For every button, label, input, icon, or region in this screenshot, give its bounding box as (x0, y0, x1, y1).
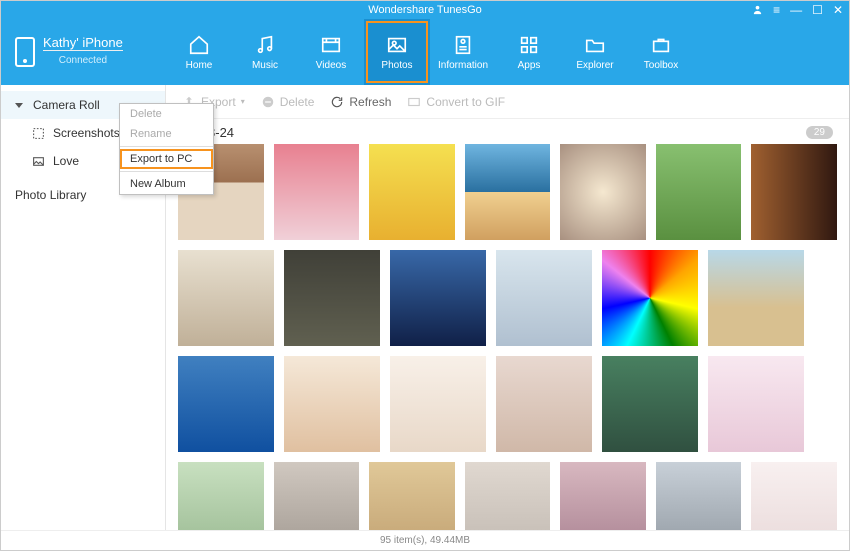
menu-separator (120, 171, 213, 172)
photo-thumb[interactable] (178, 356, 274, 452)
phone-icon (15, 37, 35, 67)
tab-videos[interactable]: Videos (298, 19, 364, 85)
sidebar-item-label: Camera Roll (33, 98, 100, 112)
toolbar-label: Delete (280, 95, 315, 109)
ctx-new-album[interactable]: New Album (120, 174, 213, 194)
photo-thumb[interactable] (708, 250, 804, 346)
device-name: Kathy' iPhone (43, 35, 123, 50)
tab-videos-label: Videos (316, 60, 346, 71)
tab-explorer-label: Explorer (576, 60, 613, 71)
context-menu: Delete Rename Export to PC New Album (119, 103, 214, 195)
music-icon (252, 34, 278, 56)
ctx-delete[interactable]: Delete (120, 104, 213, 124)
device-panel[interactable]: Kathy' iPhone Connected (1, 19, 166, 85)
photo-thumb[interactable] (465, 144, 551, 240)
tab-apps-label: Apps (518, 60, 541, 71)
photo-thumb[interactable] (496, 250, 592, 346)
photo-thumb[interactable] (496, 356, 592, 452)
photo-thumb[interactable] (602, 356, 698, 452)
photo-thumb[interactable] (178, 250, 274, 346)
apps-icon (516, 34, 542, 56)
toolbar-label: Refresh (349, 95, 391, 109)
tab-explorer[interactable]: Explorer (562, 19, 628, 85)
photo-thumb[interactable] (274, 462, 360, 530)
photo-thumb[interactable] (369, 462, 455, 530)
photo-thumb[interactable] (284, 250, 380, 346)
toolbar: Export ▾ Delete Refresh Convert to GIF (166, 85, 849, 119)
photo-thumb[interactable] (751, 462, 837, 530)
photos-icon (384, 34, 410, 56)
screenshots-icon (31, 126, 45, 140)
photo-thumb[interactable] (390, 356, 486, 452)
photo-thumb[interactable] (656, 462, 742, 530)
sidebar-item-label: Photo Library (15, 188, 86, 202)
header: Kathy' iPhone Connected Home Music Video… (1, 19, 849, 85)
chevron-down-icon: ▾ (241, 97, 245, 106)
photo-thumb[interactable] (178, 462, 264, 530)
close-icon[interactable]: ✕ (833, 4, 843, 16)
toolbox-icon (648, 34, 674, 56)
nav-tabs: Home Music Videos Photos Information App… (166, 19, 849, 85)
device-text: Kathy' iPhone Connected (43, 35, 123, 70)
tab-toolbox-label: Toolbox (644, 60, 678, 71)
toolbar-label: Convert to GIF (426, 95, 505, 109)
refresh-button[interactable]: Refresh (330, 95, 391, 109)
photo-thumb[interactable] (751, 144, 837, 240)
home-icon (186, 34, 212, 56)
convert-gif-button[interactable]: Convert to GIF (407, 95, 505, 109)
photo-grid (166, 144, 849, 530)
tab-music-label: Music (252, 60, 278, 71)
window-controls: ≡ — ☐ ✕ (752, 1, 843, 19)
tab-home[interactable]: Home (166, 19, 232, 85)
menu-separator (120, 146, 213, 147)
sidebar-item-label: Screenshots (53, 126, 120, 140)
photo-thumb[interactable] (274, 144, 360, 240)
photo-thumb[interactable] (390, 250, 486, 346)
status-text: 95 item(s), 49.44MB (380, 535, 470, 546)
title-bar: Wondershare TunesGo ≡ — ☐ ✕ (1, 1, 849, 19)
user-icon[interactable] (752, 4, 763, 17)
tab-toolbox[interactable]: Toolbox (628, 19, 694, 85)
tab-photos[interactable]: Photos (364, 19, 430, 85)
album-header: 16-08-24 29 (166, 119, 849, 144)
photo-thumb[interactable] (656, 144, 742, 240)
love-icon (31, 154, 45, 168)
photo-thumb[interactable] (284, 356, 380, 452)
sidebar-item-label: Love (53, 154, 79, 168)
photo-thumb[interactable] (369, 144, 455, 240)
tab-apps[interactable]: Apps (496, 19, 562, 85)
refresh-icon (330, 95, 344, 109)
tab-photos-label: Photos (381, 60, 412, 71)
photo-thumb[interactable] (560, 144, 646, 240)
status-bar: 95 item(s), 49.44MB (1, 530, 849, 550)
photo-thumb[interactable] (708, 356, 804, 452)
minimize-icon[interactable]: — (790, 4, 802, 16)
device-status: Connected (43, 50, 123, 70)
tab-home-label: Home (186, 60, 213, 71)
explorer-icon (582, 34, 608, 56)
main-panel: Export ▾ Delete Refresh Convert to GIF 1… (166, 85, 849, 530)
tab-information-label: Information (438, 60, 488, 71)
ctx-rename[interactable]: Rename (120, 124, 213, 144)
photo-thumb[interactable] (602, 250, 698, 346)
maximize-icon[interactable]: ☐ (812, 4, 823, 16)
ctx-export-to-pc[interactable]: Export to PC (120, 149, 213, 169)
gif-icon (407, 95, 421, 109)
information-icon (450, 34, 476, 56)
menu-icon[interactable]: ≡ (773, 4, 780, 16)
tab-information[interactable]: Information (430, 19, 496, 85)
delete-button[interactable]: Delete (261, 95, 315, 109)
photo-thumb[interactable] (465, 462, 551, 530)
caret-down-icon (15, 103, 23, 108)
app-title: Wondershare TunesGo (368, 4, 482, 16)
video-icon (318, 34, 344, 56)
delete-icon (261, 95, 275, 109)
photo-thumb[interactable] (560, 462, 646, 530)
album-count: 29 (806, 126, 833, 139)
tab-music[interactable]: Music (232, 19, 298, 85)
